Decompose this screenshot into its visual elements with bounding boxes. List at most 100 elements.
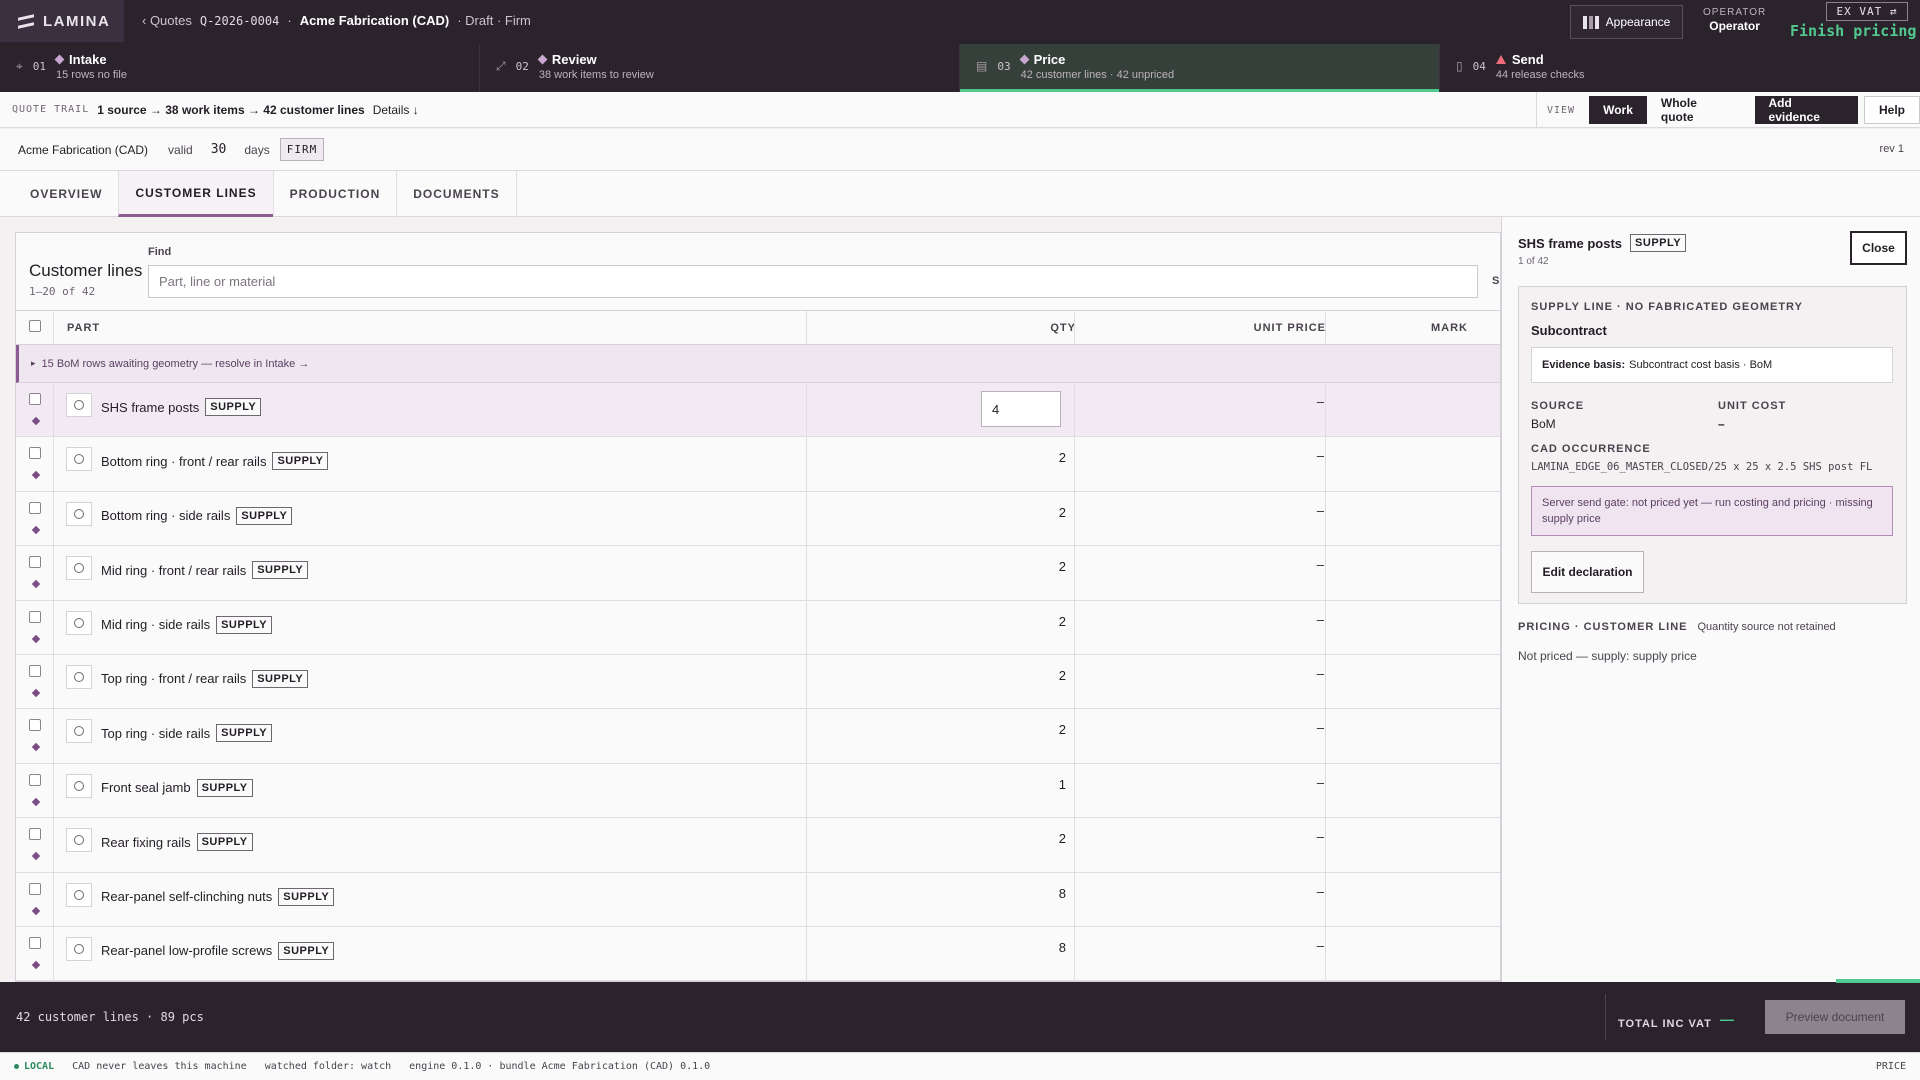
qty-value[interactable]: 2 [1006,559,1066,574]
add-evidence-button[interactable]: Add evidence [1754,96,1858,124]
find-input[interactable] [148,265,1478,298]
part-cell: Bottom ring · front / rear rails SUPPLY [101,452,329,471]
firm-badge[interactable]: FIRM [279,138,325,161]
close-button[interactable]: Close [1850,231,1907,265]
appearance-button[interactable]: Appearance [1570,5,1683,39]
qty-value[interactable]: 2 [1006,614,1066,629]
edit-declaration-button[interactable]: Edit declaration [1531,551,1644,593]
row-checkbox[interactable] [29,393,41,405]
tab-overview[interactable]: OVERVIEW [14,171,118,217]
step-intake[interactable]: ⌖ 01 Intake 15 rows no file [0,44,480,92]
table-row[interactable]: Top ring · side rails SUPPLY 2 – [16,709,1500,764]
column-divider [806,546,807,600]
unit-price-value[interactable]: – [1306,448,1324,463]
operator-indicator[interactable]: OPERATOR Operator [1703,7,1766,33]
qty-value[interactable]: 8 [1006,940,1066,955]
column-divider [806,872,807,926]
unit-price-value[interactable]: – [1306,557,1324,572]
unit-price-value[interactable]: – [1306,666,1324,681]
unit-price-value[interactable]: – [1306,829,1324,844]
qty-value[interactable]: 2 [1006,450,1066,465]
panel-count: 1–20 of 42 [29,285,96,298]
radio-circle-icon [74,726,84,737]
row-select-radio[interactable] [66,936,92,961]
table-row[interactable]: Rear-panel self-clinching nuts SUPPLY 8 … [16,872,1500,927]
qty-value[interactable]: 8 [1006,886,1066,901]
unit-price-value[interactable]: – [1306,503,1324,518]
table-row[interactable]: Bottom ring · front / rear rails SUPPLY … [16,437,1500,492]
step-send[interactable]: ▯ 04 Send 44 release checks [1440,44,1920,92]
row-checkbox[interactable] [29,882,41,895]
row-select-radio[interactable] [66,719,92,744]
view-whole-quote-button[interactable]: Whole quote [1647,96,1745,124]
finish-pricing-button[interactable]: Finish pricing [1790,22,1916,40]
trail-details-link[interactable]: Details ↓ [373,103,419,117]
row-checkbox[interactable] [29,447,41,460]
table-row[interactable]: Front seal jamb SUPPLY 1 – [16,763,1500,819]
table-row[interactable]: Bottom ring · side rails SUPPLY 2 – [16,491,1500,547]
column-divider [806,763,807,818]
unit-price-value[interactable]: – [1306,612,1324,627]
qty-input[interactable] [981,391,1061,427]
supply-badge: SUPPLY [196,833,253,852]
row-checkbox[interactable] [29,936,41,949]
qty-value[interactable]: 1 [1006,777,1066,792]
row-checkbox[interactable] [29,719,41,732]
row-checkbox[interactable] [29,828,41,841]
column-mark[interactable]: MARK [1431,322,1468,334]
row-checkbox[interactable] [29,501,41,514]
qty-value[interactable]: 2 [1006,722,1066,737]
table-row[interactable]: Top ring · front / rear rails SUPPLY 2 – [16,654,1500,710]
row-select-radio[interactable] [66,882,92,907]
table-row[interactable]: Mid ring · front / rear rails SUPPLY 2 – [16,546,1500,601]
breadcrumb-back-link[interactable]: ‹ Quotes [142,13,192,28]
row-checkbox[interactable] [29,773,41,786]
row-checkbox[interactable] [29,664,41,677]
column-divider [1325,709,1326,763]
help-button[interactable]: Help [1863,96,1920,124]
row-select-radio[interactable] [66,773,92,798]
row-select-radio[interactable] [66,447,92,472]
column-divider [53,600,54,654]
preview-document-button[interactable]: Preview document [1765,1000,1905,1034]
row-select-radio[interactable] [66,664,92,689]
unit-price-value[interactable]: – [1306,884,1324,899]
send-icon: ▯ [1456,59,1463,73]
column-part[interactable]: PART [67,322,100,334]
supply-badge: SUPPLY [278,941,335,960]
qty-value[interactable]: 2 [1006,668,1066,683]
tab-documents[interactable]: DOCUMENTS [396,171,517,217]
valid-days[interactable]: 30 [211,142,227,157]
bom-awaiting-group[interactable]: ▸ 15 BoM rows awaiting geometry — resolv… [16,345,1500,383]
qty-value[interactable]: 2 [1006,505,1066,520]
qty-value[interactable]: 2 [1006,831,1066,846]
price-icon: ▤ [976,59,988,73]
row-select-radio[interactable] [66,828,92,853]
select-all-checkbox[interactable] [29,320,41,332]
logo[interactable]: LAMINA [0,0,124,42]
tab-production[interactable]: PRODUCTION [272,171,397,217]
row-select-radio[interactable] [66,501,92,526]
row-checkbox[interactable] [29,610,41,623]
column-unit-price[interactable]: UNIT PRICE [1196,322,1326,334]
vat-toggle[interactable]: EX VAT ⇄ [1826,2,1908,21]
unit-price-value[interactable]: – [1306,394,1324,409]
unit-price-value[interactable]: – [1306,775,1324,790]
step-review[interactable]: ⤢ 02 Review 38 work items to review [480,44,960,92]
row-select-radio[interactable] [66,556,92,581]
column-divider [1325,437,1326,491]
unit-price-value[interactable]: – [1306,720,1324,735]
table-row[interactable]: Rear fixing rails SUPPLY 2 – [16,818,1500,873]
appearance-icon [1582,15,1599,29]
tab-customer-lines[interactable]: CUSTOMER LINES [118,171,273,217]
table-row[interactable]: Mid ring · side rails SUPPLY 2 – [16,600,1500,655]
row-select-radio[interactable] [66,610,92,635]
table-row[interactable]: Rear-panel low-profile screws SUPPLY 8 – [16,926,1500,981]
view-work-button[interactable]: Work [1589,96,1647,124]
unit-price-value[interactable]: – [1306,938,1324,953]
row-checkbox[interactable] [29,556,41,569]
column-qty[interactable]: QTY [1006,322,1076,334]
step-price[interactable]: ▤ 03 Price 42 customer lines · 42 unpric… [960,44,1440,92]
row-select-radio[interactable] [66,393,92,417]
table-row[interactable]: SHS frame posts SUPPLY – [16,383,1500,438]
